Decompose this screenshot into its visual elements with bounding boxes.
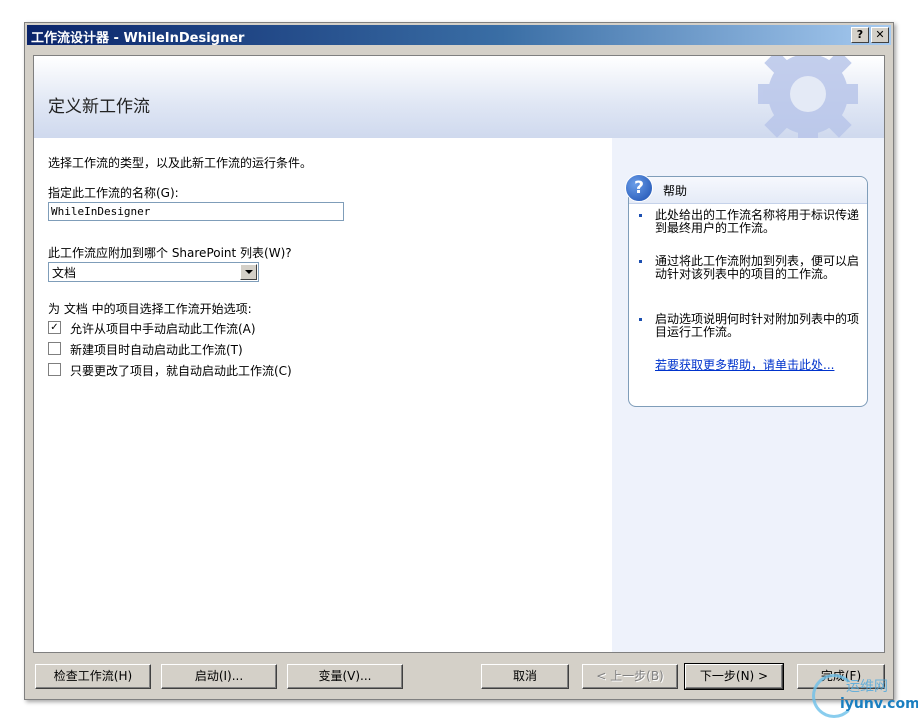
chevron-down-icon[interactable] — [240, 264, 257, 280]
list-label: 此工作流应附加到哪个 SharePoint 列表(W)? — [48, 246, 292, 260]
window-title: 工作流设计器 - WhileInDesigner — [31, 31, 245, 46]
wizard-banner: 定义新工作流 — [34, 56, 884, 144]
help-item: 启动选项说明何时针对附加列表中的项目运行工作流。 — [639, 313, 859, 339]
list-select-value: 文档 — [52, 266, 77, 280]
option-label: 新建项目时自动启动此工作流(T) — [70, 343, 243, 357]
next-button[interactable]: 下一步(N) > — [684, 663, 784, 690]
site-watermark: 运维网 iyunv.com — [812, 672, 918, 718]
workflow-name-input[interactable]: WhileInDesigner — [48, 202, 344, 221]
start-button[interactable]: 启动(I)... — [161, 664, 277, 689]
workflow-designer-window: 工作流设计器 - WhileInDesigner ? ✕ 定义新工作流 选择工作… — [24, 22, 894, 700]
page-title: 定义新工作流 — [48, 97, 150, 117]
manual-start-checkbox[interactable]: ✓ — [48, 321, 61, 334]
list-select[interactable]: 文档 — [48, 262, 259, 282]
auto-change-checkbox[interactable] — [48, 363, 61, 376]
option-label: 只要更改了项目，就自动启动此工作流(C) — [70, 364, 292, 378]
form-panel: 选择工作流的类型，以及此新工作流的运行条件。 指定此工作流的名称(G): Whi… — [34, 138, 612, 652]
help-item-text: 此处给出的工作流名称将用于标识传递到最终用户的工作流。 — [655, 208, 860, 235]
watermark-url: iyunv.com — [840, 696, 918, 712]
help-item: 此处给出的工作流名称将用于标识传递到最终用户的工作流。 — [639, 209, 859, 235]
auto-create-checkbox[interactable] — [48, 342, 61, 355]
option-label: 允许从项目中手动启动此工作流(A) — [70, 322, 256, 336]
variables-button[interactable]: 变量(V)... — [287, 664, 403, 689]
more-help-link[interactable]: 若要获取更多帮助，请单击此处... — [655, 358, 855, 372]
question-mark-icon: ? — [625, 174, 653, 202]
back-button[interactable]: < 上一步(B) — [582, 664, 678, 689]
help-box: ? 帮助 此处给出的工作流名称将用于标识传递到最终用户的工作流。 通过将此工作流… — [625, 174, 868, 407]
watermark-text: 运维网 — [846, 679, 888, 695]
help-item: 通过将此工作流附加到列表，便可以启动针对该列表中的项目的工作流。 — [639, 255, 859, 281]
help-header: ? 帮助 — [625, 174, 867, 204]
bullet-icon — [639, 260, 642, 263]
help-item-text: 通过将此工作流附加到列表，便可以启动针对该列表中的项目的工作流。 — [655, 254, 860, 281]
name-label: 指定此工作流的名称(G): — [48, 186, 179, 200]
check-workflow-button[interactable]: 检查工作流(H) — [35, 664, 151, 689]
bullet-icon — [639, 214, 642, 217]
wizard-content: 定义新工作流 选择工作流的类型，以及此新工作流的运行条件。 指定此工作流的名称(… — [33, 55, 885, 653]
close-button[interactable]: ✕ — [871, 27, 889, 43]
help-title-button[interactable]: ? — [851, 27, 869, 43]
bullet-icon — [639, 318, 642, 321]
intro-text: 选择工作流的类型，以及此新工作流的运行条件。 — [48, 156, 313, 170]
start-options-label: 为 文档 中的项目选择工作流开始选项: — [48, 302, 252, 316]
help-item-text: 启动选项说明何时针对附加列表中的项目运行工作流。 — [655, 312, 860, 339]
title-bar[interactable]: 工作流设计器 - WhileInDesigner ? ✕ — [27, 25, 891, 46]
cancel-button[interactable]: 取消 — [481, 664, 569, 689]
help-title: 帮助 — [663, 184, 688, 198]
help-pane: ? 帮助 此处给出的工作流名称将用于标识传递到最终用户的工作流。 通过将此工作流… — [612, 138, 884, 652]
